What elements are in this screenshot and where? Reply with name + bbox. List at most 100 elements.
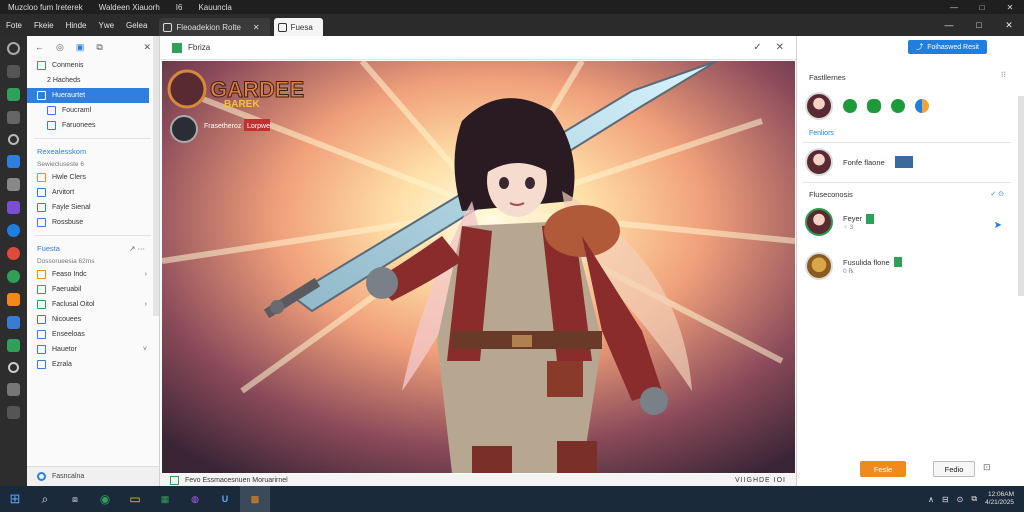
cloud-icon[interactable]	[7, 178, 20, 191]
editor-icon[interactable]: U	[210, 486, 240, 512]
camera-icon[interactable]	[7, 406, 20, 419]
tab-close-icon[interactable]: ✕	[253, 23, 260, 32]
file-icon	[37, 330, 46, 339]
sidebar-item-g2-1[interactable]: Hwle Clers	[27, 170, 159, 185]
system-tray: ∧ ⊟ ⊙ ⧉ 12:06AM 4/21/2025	[928, 491, 1024, 507]
browser-icon[interactable]: ◍	[180, 486, 210, 512]
panel-scrollbar[interactable]	[1018, 96, 1024, 296]
section-actions[interactable]: ✓ ⊙	[990, 190, 1004, 198]
sidebar-item-g2-4[interactable]: Rossbuse	[27, 215, 159, 230]
sidebar-item-g3-3[interactable]: Faclusal Oitol ›	[27, 297, 159, 312]
section-title: Rexealesskom	[37, 146, 87, 156]
edge-icon[interactable]: ◉	[90, 486, 120, 512]
app-minimize-button[interactable]: —	[934, 20, 964, 31]
image-icon[interactable]: ▣	[76, 42, 85, 53]
sidebar-item-g3-7[interactable]: Ezrala	[27, 357, 159, 372]
clock[interactable]: 12:06AM 4/21/2025	[985, 491, 1014, 507]
secondary-button[interactable]: Fedio	[933, 461, 975, 477]
app-close-button[interactable]: ✕	[994, 20, 1024, 31]
reaction-star-icon[interactable]	[915, 99, 929, 113]
globe-icon[interactable]	[7, 224, 20, 237]
menu-help[interactable]: Gelea	[120, 21, 153, 30]
user-row-3[interactable]: Fusulida flone 0 ℞	[805, 252, 902, 280]
sidebar-item-sub2[interactable]: Faruonees	[27, 118, 159, 133]
close-sidebar-icon[interactable]: ✕	[143, 42, 151, 53]
confirm-icon[interactable]: ✓	[753, 42, 761, 53]
sidebar-item-contents[interactable]: Conmenis	[27, 58, 159, 73]
app-maximize-button[interactable]: □	[964, 20, 994, 31]
clock-icon[interactable]	[8, 362, 19, 373]
start-icon[interactable]: ⊞	[0, 486, 30, 512]
sidebar-item-g2-2[interactable]: Arvitort	[27, 185, 159, 200]
avatar	[805, 208, 833, 236]
target-icon[interactable]: ◎	[56, 42, 64, 53]
menu-file[interactable]: Fote	[0, 21, 28, 30]
section-actions-icon[interactable]: ↗ ⋯	[129, 244, 145, 253]
share-button[interactable]: ⤴ Foihaswed Resit	[908, 40, 987, 54]
calendar-icon[interactable]	[7, 316, 20, 329]
puzzle-icon[interactable]	[7, 201, 20, 214]
clock-time: 12:06AM	[987, 491, 1014, 498]
panel-options-icon[interactable]: ⁝⁝	[1001, 70, 1006, 79]
task-view-icon[interactable]: ⧈	[60, 486, 90, 512]
share-icon: ⤴	[916, 44, 924, 51]
network-icon[interactable]: ⊟	[942, 495, 949, 504]
copy-icon[interactable]: ⧉	[96, 42, 102, 53]
user-row-1[interactable]: Fonfe flaone	[805, 148, 913, 176]
close-viewer-icon[interactable]: ✕	[776, 42, 784, 53]
grid-icon[interactable]	[7, 111, 20, 124]
menu-window[interactable]: Ywe	[92, 21, 120, 30]
sidebar-item-g3-6[interactable]: Hauetor ˅	[27, 342, 159, 357]
reactions-link[interactable]: Fenliors	[809, 130, 834, 137]
chrome-icon[interactable]	[7, 247, 20, 260]
sidebar-item-g3-4[interactable]: Nicouees	[27, 312, 159, 327]
back-icon[interactable]: ←	[35, 42, 44, 52]
file-explorer-icon[interactable]: ▭	[120, 486, 150, 512]
office-icon[interactable]	[7, 293, 20, 306]
badge-icon	[866, 213, 875, 224]
tab-secondary[interactable]: Fuesa	[273, 18, 323, 36]
power-icon[interactable]	[7, 42, 20, 55]
search-icon[interactable]	[8, 134, 19, 145]
minimize-button[interactable]: —	[940, 3, 968, 12]
layers-icon[interactable]	[7, 65, 20, 78]
primary-button[interactable]: Fesle	[860, 461, 906, 477]
store-icon[interactable]: ▦	[150, 486, 180, 512]
search-icon[interactable]: ⌕	[30, 486, 60, 512]
maximize-button[interactable]: □	[968, 3, 996, 12]
menu-view[interactable]: Hinde	[60, 21, 93, 30]
app-logo-icon	[172, 42, 182, 53]
close-window-button[interactable]: ✕	[996, 3, 1024, 12]
sidebar-item-g3-2[interactable]: Faeruabil	[27, 282, 159, 297]
user-row-2[interactable]: Feyer ♀ 3	[805, 208, 875, 236]
sidebar-item-sub1[interactable]: Foucraml	[27, 103, 159, 118]
reaction-heart-icon[interactable]	[867, 99, 881, 113]
artwork-illustration: GARDEE BAREK Frasetheroz Lorpwe	[162, 61, 795, 473]
sidebar-footer[interactable]: Fasncalna	[27, 466, 159, 486]
checkbox-icon	[47, 121, 56, 130]
sync-icon[interactable]	[7, 270, 20, 283]
file-icon	[37, 203, 46, 212]
folder-icon[interactable]	[7, 155, 20, 168]
avatar[interactable]	[805, 92, 833, 120]
menu-edit[interactable]: Fkeie	[28, 21, 60, 30]
chevron-down-icon: ˅	[142, 346, 147, 353]
check-icon[interactable]	[7, 88, 20, 101]
volume-icon[interactable]: ⊙	[957, 495, 964, 504]
sidebar-item-g2-3[interactable]: Fayle Sienal	[27, 200, 159, 215]
reaction-like-icon[interactable]	[843, 99, 857, 113]
sidebar-footer-label: Fasncalna	[52, 473, 85, 480]
sidebar-item-g3-1[interactable]: Feaso Indc ›	[27, 267, 159, 282]
expand-icon[interactable]: ⊡	[983, 462, 997, 476]
sidebar-item-g3-5[interactable]: Enseeloas	[27, 327, 159, 342]
battery-icon[interactable]: ⧉	[971, 494, 977, 504]
tab-active[interactable]: Fleoadekion Rolte ✕	[159, 18, 270, 36]
mail-icon[interactable]	[7, 383, 20, 396]
viewer-app-icon[interactable]: ▩	[240, 486, 270, 512]
tray-expand-icon[interactable]: ∧	[928, 495, 934, 504]
send-icon[interactable]: ➤	[994, 220, 1002, 231]
sidebar-item-selected[interactable]: Hueraurtet	[27, 88, 149, 103]
reaction-smile-icon[interactable]	[891, 99, 905, 113]
sidebar-scrollbar[interactable]	[153, 36, 159, 316]
sheet-icon[interactable]	[7, 339, 20, 352]
